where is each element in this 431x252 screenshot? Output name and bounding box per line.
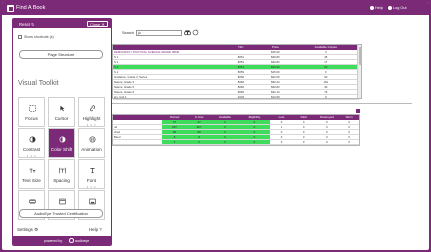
tile-label: Contrast	[22, 147, 41, 152]
images-icon	[89, 198, 96, 205]
tile-label: Color Shift	[50, 147, 73, 152]
toolkit-header: Reset ↻ Close ✕	[13, 19, 111, 28]
reset-search-icon[interactable]	[192, 29, 199, 36]
tile-label: Cursor	[54, 116, 69, 121]
gear-icon: ⚙	[34, 227, 39, 232]
tile-focus[interactable]: Focus	[18, 97, 45, 127]
settings-button[interactable]: Settings ⚙	[17, 227, 38, 233]
scrollbar-thumb[interactable]	[358, 47, 362, 65]
stock-paid-cell: 0	[292, 139, 315, 145]
page-structure-button[interactable]: Page Structure	[19, 50, 103, 59]
tile-highlight[interactable]: Highlight • • •	[78, 97, 105, 127]
tile-label: Highlight	[82, 116, 101, 121]
link-icon	[90, 105, 95, 112]
more-options-icon: • • •	[86, 184, 97, 189]
audioeye-logo-icon	[69, 238, 74, 243]
spacing-icon	[59, 167, 66, 174]
accessibility-toolkit-panel: Reset ↻ Close ✕ Show shortcuts (s) Page …	[12, 18, 112, 246]
font-icon	[90, 168, 95, 173]
book-table: ISC Price Available Copies DEMOCRACY POL…	[113, 45, 359, 100]
cursor-icon	[60, 105, 65, 112]
close-button[interactable]: Close ✕	[87, 20, 108, 27]
reset-button[interactable]: Reset ↻	[19, 22, 35, 27]
book-title-cell: ary, Unit 1	[113, 94, 224, 100]
window-icon	[59, 198, 66, 205]
page-title: Find A Book	[16, 5, 46, 11]
focus-icon	[29, 105, 36, 112]
color-shift-icon	[59, 136, 66, 143]
tile-cursor[interactable]: Cursor	[48, 97, 75, 127]
stock-lost-cell: 0	[270, 139, 293, 145]
stock-owned-cell: 0	[162, 139, 187, 145]
book-results-table: ISC Price Available Copies DEMOCRACY POL…	[112, 44, 360, 100]
copy-status-table: Owned In Use Available Eligibility Lost Paid D…	[112, 114, 360, 146]
help-icon[interactable]	[370, 6, 374, 10]
stock-destr-cell: 0	[314, 139, 340, 145]
book-logo-icon	[7, 5, 14, 12]
shortcuts-checkbox[interactable]	[18, 35, 22, 39]
stock-name-cell	[113, 139, 163, 145]
contrast-icon	[29, 136, 36, 143]
stock-worn-cell: 0	[339, 139, 359, 145]
tile-animation[interactable]: Animation	[78, 128, 105, 158]
tile-font[interactable]: Font • • •	[78, 159, 105, 189]
powered-by-label: powered by	[44, 238, 63, 243]
reset-label: Reset	[19, 21, 30, 27]
tile-color-shift[interactable]: Color Shift	[48, 128, 75, 158]
certification-button[interactable]: AudioEye Trusted Certification	[19, 209, 103, 218]
animation-icon	[89, 136, 96, 143]
brand-label[interactable]: audioeye	[75, 239, 89, 243]
tile-spacing[interactable]: Spacing	[48, 159, 75, 189]
logout-icon[interactable]	[388, 6, 392, 10]
tile-contrast[interactable]: Contrast • • •	[18, 128, 45, 158]
close-label: Close	[90, 21, 101, 27]
table-row[interactable]: 00000000	[113, 139, 359, 145]
search-label: Search	[122, 31, 135, 35]
copies-cell: 0	[292, 94, 359, 100]
settings-label: Settings	[17, 227, 33, 232]
more-options-icon: • • •	[26, 153, 37, 158]
app-header: Find A Book Help Log Out	[2, 2, 429, 15]
binoculars-icon[interactable]	[184, 29, 191, 36]
more-options-icon: • • •	[86, 122, 97, 127]
shortcuts-label: Show shortcuts (s)	[24, 35, 54, 39]
tile-text-size[interactable]: Text Size	[18, 159, 45, 189]
stock-avail-cell: 0	[211, 139, 239, 145]
refresh-icon: ↻	[31, 21, 35, 27]
book-table-scrollbar[interactable]	[357, 44, 362, 99]
logout-link[interactable]: Log Out	[393, 6, 407, 10]
help-button[interactable]: Help ?	[89, 227, 102, 232]
divider	[112, 103, 412, 104]
text-size-icon	[29, 168, 36, 173]
visual-toolkit-heading: Visual Toolkit	[18, 80, 59, 87]
price-cell: $13.09	[258, 94, 293, 100]
stock-inuse-cell: 0	[186, 139, 212, 145]
isc-cell: 2004	[223, 94, 259, 100]
question-icon: ?	[99, 227, 102, 232]
tile-label: Spacing	[53, 178, 70, 183]
tile-label: Text Size	[22, 178, 41, 183]
guide-icon	[29, 199, 36, 204]
tile-label: Focus	[25, 116, 38, 121]
close-icon: ✕	[101, 21, 105, 27]
search-input[interactable]: ju	[136, 30, 182, 36]
stock-elig-cell: 0	[238, 139, 271, 145]
table-row[interactable]: ary, Unit 1 2004 $13.09 0	[113, 94, 359, 100]
app-window: Find A Book Help Log Out Search ju ISC P…	[2, 2, 429, 250]
help-label: Help	[89, 227, 99, 232]
tile-label: Animation	[81, 147, 102, 152]
stock-table: Owned In Use Available Eligibility Lost Paid D…	[113, 115, 359, 145]
help-link[interactable]: Help	[375, 6, 383, 10]
powered-by-bar: powered by audioeye	[13, 236, 111, 245]
tile-label: Font	[86, 178, 97, 183]
expand-icon[interactable]	[356, 109, 360, 113]
